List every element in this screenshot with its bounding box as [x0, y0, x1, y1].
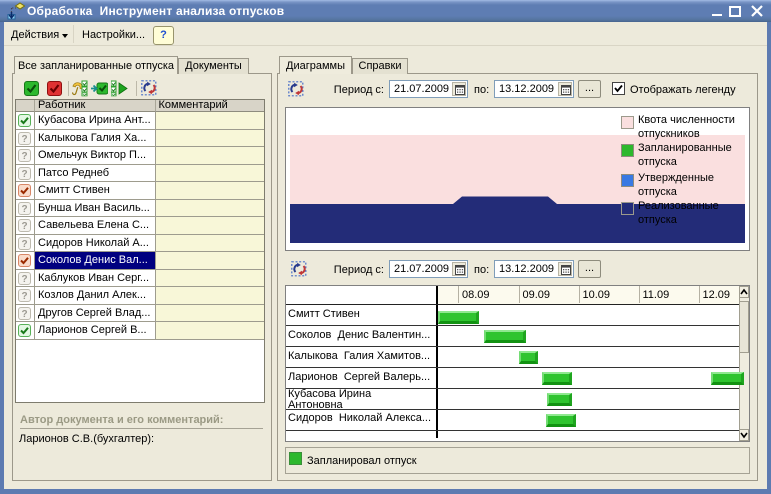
- svg-text:?: ?: [21, 151, 27, 162]
- svg-text:?: ?: [21, 274, 27, 285]
- svg-text:?: ?: [21, 221, 27, 232]
- svg-text:?: ?: [21, 239, 27, 250]
- svg-text:?: ?: [21, 169, 27, 180]
- svg-text:?: ?: [21, 204, 27, 215]
- svg-text:?: ?: [21, 309, 27, 320]
- svg-text:?: ?: [21, 291, 27, 302]
- svg-text:?: ?: [21, 134, 27, 145]
